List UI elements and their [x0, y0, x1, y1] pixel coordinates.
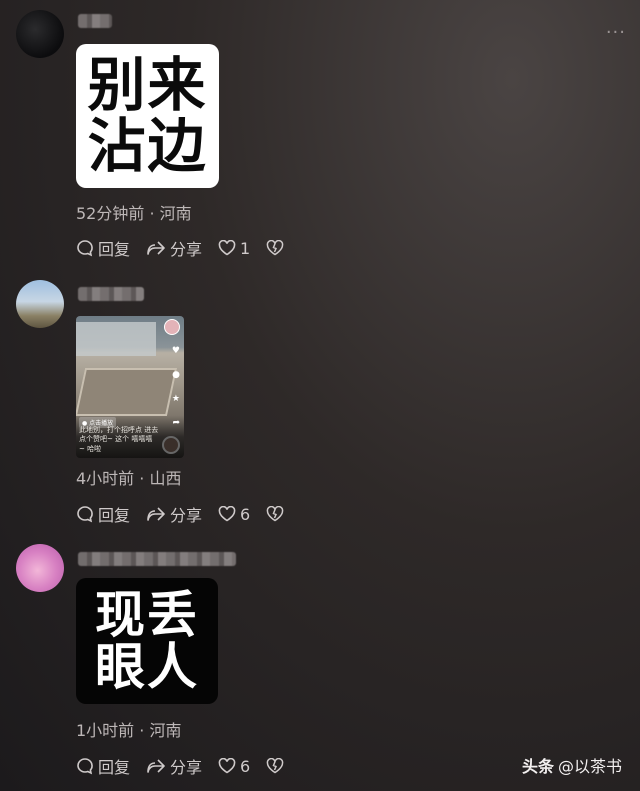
dislike-button[interactable] [266, 758, 288, 774]
avatar[interactable] [16, 544, 64, 592]
heart-icon [218, 506, 236, 522]
share-button[interactable]: 分享 [146, 502, 202, 526]
heart-icon [218, 758, 236, 774]
reply-label: 回复 [98, 758, 131, 777]
like-button[interactable]: 6 [218, 757, 250, 776]
share-arrow-icon: ➦ [172, 418, 180, 428]
comment-actions: 回复 分享 6 [76, 754, 304, 778]
like-button[interactable]: 1 [218, 239, 250, 258]
watermark: 头条 @以茶书 [522, 753, 622, 777]
like-count: 6 [240, 756, 251, 776]
comment-bubble-icon: ● [172, 370, 180, 380]
comment-meta: 4小时前 · 山西 [76, 469, 182, 488]
like-button[interactable]: 6 [218, 505, 250, 524]
comment-meta: 1小时前 · 河南 [76, 721, 182, 740]
share-label: 分享 [170, 240, 203, 259]
share-arrow-icon [147, 759, 165, 773]
sticker-text-line: 眼人 [95, 638, 199, 696]
reply-button[interactable]: 回复 [76, 502, 130, 526]
comment-bubble-icon [77, 758, 93, 775]
video-thumbnail[interactable]: ♥ ● ★ ➦ ● 点击播放 此地别，打个招呼点 进去点个赞吧~ 这个 嘻嘻嘻 … [76, 316, 184, 458]
comment-actions: 回复 分享 6 [76, 502, 304, 526]
avatar[interactable] [16, 280, 64, 328]
username-blurred[interactable] [78, 552, 236, 566]
watermark-handle: @以茶书 [557, 757, 622, 776]
broken-heart-icon [266, 506, 284, 522]
more-menu-icon[interactable]: ··· [606, 22, 626, 43]
thumbnail-author-avatar [164, 319, 180, 335]
video-caption: 此地别，打个招呼点 进去点个赞吧~ 这个 嘻嘻嘻 ~ 哈啦 [79, 425, 159, 453]
username-blurred[interactable] [78, 287, 144, 301]
reply-button[interactable]: 回复 [76, 754, 130, 778]
broken-heart-icon [266, 240, 284, 256]
reply-label: 回复 [98, 240, 131, 259]
broken-heart-icon [266, 758, 284, 774]
sticker-image[interactable]: 现丢 眼人 [76, 578, 218, 704]
dislike-button[interactable] [266, 240, 288, 256]
comment-bubble-icon [77, 240, 93, 257]
sticker-text-line: 沾边 [87, 112, 208, 180]
music-disc-icon [162, 436, 180, 454]
share-label: 分享 [170, 506, 203, 525]
star-icon: ★ [171, 394, 180, 404]
heart-icon [218, 240, 236, 256]
reply-button[interactable]: 回复 [76, 236, 130, 260]
thumbnail-scene [76, 322, 156, 356]
sticker-text-line: 别来 [87, 51, 208, 120]
avatar[interactable] [16, 10, 64, 58]
share-label: 分享 [170, 758, 203, 777]
heart-icon: ♥ [171, 346, 180, 356]
comment-meta: 52分钟前 · 河南 [76, 204, 192, 223]
share-arrow-icon [147, 241, 165, 255]
comment-actions: 回复 分享 1 [76, 236, 304, 260]
like-count: 1 [240, 238, 251, 258]
thumbnail-scene [76, 368, 178, 416]
dislike-button[interactable] [266, 506, 288, 522]
watermark-brand: 头条 [521, 757, 554, 776]
username-blurred[interactable] [78, 14, 112, 28]
sticker-text-line: 现丢 [95, 585, 199, 644]
share-button[interactable]: 分享 [146, 754, 202, 778]
share-button[interactable]: 分享 [146, 236, 202, 260]
comment-bubble-icon [77, 506, 93, 523]
sticker-image[interactable]: 别来 沾边 [76, 44, 219, 188]
share-arrow-icon [147, 507, 165, 521]
like-count: 6 [240, 504, 251, 524]
reply-label: 回复 [98, 506, 131, 525]
